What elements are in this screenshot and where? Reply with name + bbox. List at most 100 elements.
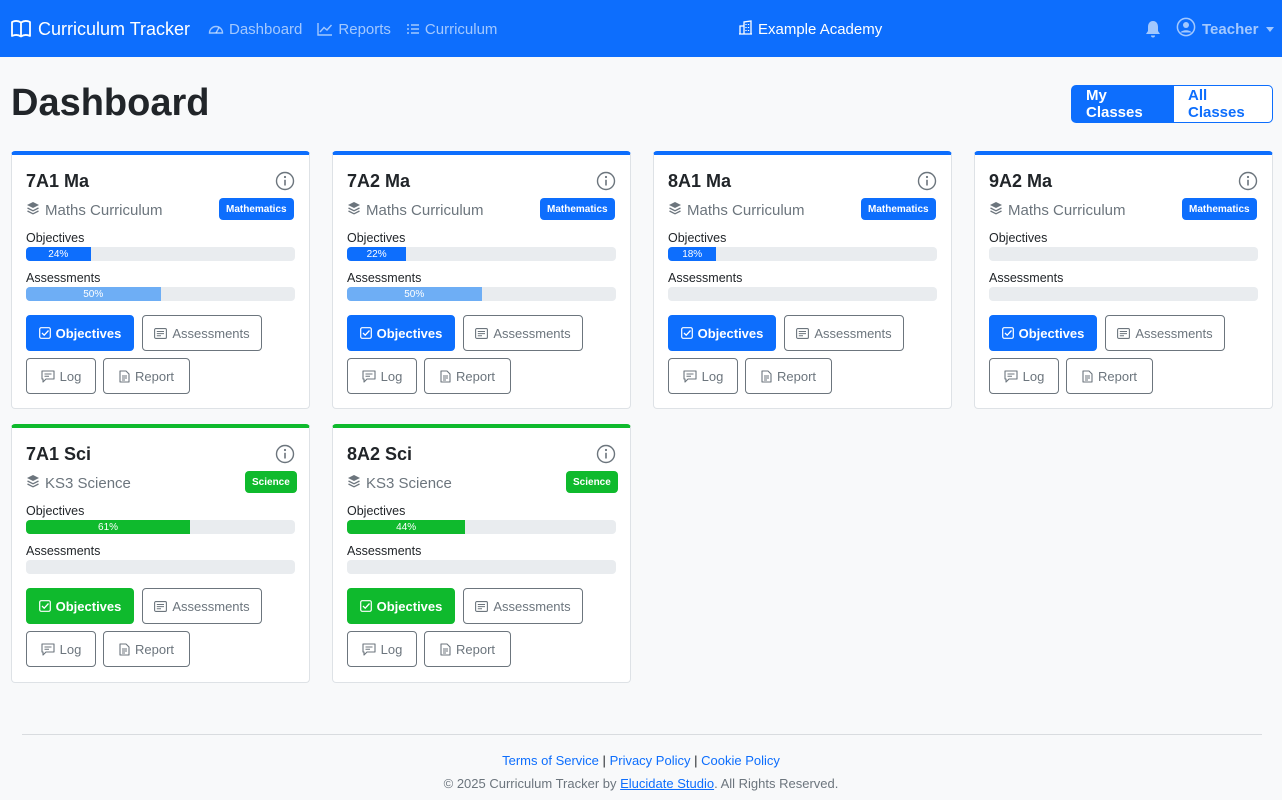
copyright-text: © 2025 Curriculum Tracker by Elucidate S…	[0, 776, 1282, 791]
curriculum-label: KS3 Science	[366, 474, 452, 492]
assessments-progress-bar	[347, 560, 616, 574]
objectives-progress-label: Objectives	[347, 504, 406, 518]
class-card-8a1-ma: 8A1 Ma Maths Curriculum Mathematics Obje…	[653, 151, 952, 409]
layers-icon	[668, 201, 682, 219]
log-button[interactable]: Log	[26, 631, 96, 667]
log-button[interactable]: Log	[668, 358, 738, 394]
assessments-button[interactable]: Assessments	[1105, 315, 1225, 351]
class-title: 7A1 Sci	[26, 444, 92, 464]
subject-badge: Mathematics	[219, 198, 294, 220]
log-button[interactable]: Log	[989, 358, 1059, 394]
log-button[interactable]: Log	[26, 358, 96, 394]
curriculum-label: Maths Curriculum	[1008, 201, 1126, 219]
assessments-progress-bar	[989, 287, 1258, 301]
report-button[interactable]: Report	[103, 358, 190, 394]
footer-links: Terms of Service | Privacy Policy | Cook…	[0, 753, 1282, 768]
nav-curriculum[interactable]: Curriculum	[406, 18, 498, 40]
nav-curriculum-label: Curriculum	[424, 20, 498, 38]
user-menu[interactable]: Teacher	[1176, 17, 1275, 40]
info-icon[interactable]	[1238, 171, 1258, 191]
info-icon[interactable]	[596, 444, 616, 464]
class-title: 8A2 Sci	[347, 444, 413, 464]
cookie-link[interactable]: Cookie Policy	[701, 753, 780, 768]
layers-icon	[26, 474, 40, 492]
info-icon[interactable]	[917, 171, 937, 191]
curriculum-name: Maths Curriculum	[26, 201, 163, 219]
objectives-button[interactable]: Objectives	[347, 588, 455, 624]
class-filter-toggle: My Classes All Classes	[1071, 85, 1273, 123]
document-icon	[119, 369, 130, 383]
book-icon	[11, 20, 31, 38]
class-card-7a2-ma: 7A2 Ma Maths Curriculum Mathematics Obje…	[332, 151, 631, 409]
chat-icon	[362, 369, 376, 383]
info-icon[interactable]	[596, 171, 616, 191]
objectives-button-label: Objectives	[376, 598, 443, 614]
class-title: 9A2 Ma	[989, 171, 1053, 191]
objectives-button[interactable]: Objectives	[347, 315, 455, 351]
copyright-prefix: © 2025 Curriculum Tracker by	[443, 776, 617, 791]
objectives-progress-label: Objectives	[989, 231, 1048, 245]
class-title: 7A1 Ma	[26, 171, 90, 191]
objectives-progress-bar	[989, 247, 1258, 261]
objectives-progress-label: Objectives	[26, 504, 85, 518]
document-icon	[1082, 369, 1093, 383]
objectives-button[interactable]: Objectives	[668, 315, 776, 351]
report-button[interactable]: Report	[424, 631, 511, 667]
assessments-progress-label: Assessments	[347, 544, 422, 558]
assessments-progress-label: Assessments	[26, 544, 101, 558]
terms-link[interactable]: Terms of Service	[502, 753, 599, 768]
nav-reports-label: Reports	[338, 20, 391, 38]
card-text-icon	[154, 327, 168, 339]
objectives-button[interactable]: Objectives	[26, 588, 134, 624]
subject-badge: Science	[566, 471, 618, 493]
privacy-link[interactable]: Privacy Policy	[610, 753, 691, 768]
curriculum-name: KS3 Science	[26, 474, 131, 492]
assessments-button[interactable]: Assessments	[142, 315, 262, 351]
assessments-button[interactable]: Assessments	[784, 315, 904, 351]
objectives-progress-fill: 22%	[347, 247, 407, 261]
my-classes-button[interactable]: My Classes	[1071, 85, 1174, 123]
objectives-button[interactable]: Objectives	[989, 315, 1097, 351]
assessments-button[interactable]: Assessments	[142, 588, 262, 624]
document-icon	[440, 642, 451, 656]
assessments-button-label: Assessments	[1135, 325, 1213, 341]
assessments-button[interactable]: Assessments	[463, 588, 583, 624]
footer-separator: |	[602, 753, 606, 768]
all-classes-button[interactable]: All Classes	[1174, 85, 1273, 123]
nav-dashboard[interactable]: Dashboard	[208, 18, 302, 40]
graph-icon	[317, 22, 333, 36]
bell-icon[interactable]	[1143, 19, 1163, 39]
curriculum-name: Maths Curriculum	[989, 201, 1126, 219]
report-button[interactable]: Report	[424, 358, 511, 394]
objectives-progress-label: Objectives	[347, 231, 406, 245]
log-button[interactable]: Log	[347, 358, 417, 394]
check-square-icon	[38, 600, 51, 612]
report-button[interactable]: Report	[103, 631, 190, 667]
info-icon[interactable]	[275, 444, 295, 464]
class-title: 7A2 Ma	[347, 171, 411, 191]
brand-link[interactable]: Curriculum Tracker	[11, 17, 190, 41]
studio-link[interactable]: Elucidate Studio	[620, 776, 714, 791]
objectives-progress-fill: 44%	[347, 520, 466, 534]
subject-badge: Science	[245, 471, 297, 493]
report-button-label: Report	[455, 368, 496, 384]
layers-icon	[347, 201, 361, 219]
objectives-progress-fill: 18%	[668, 247, 717, 261]
report-button-label: Report	[455, 641, 496, 657]
report-button-label: Report	[134, 368, 175, 384]
subject-badge: Mathematics	[861, 198, 936, 220]
class-card-8a2-sci: 8A2 Sci KS3 Science Science Objectives 4…	[332, 424, 631, 683]
assessments-button[interactable]: Assessments	[463, 315, 583, 351]
document-icon	[761, 369, 772, 383]
report-button[interactable]: Report	[745, 358, 832, 394]
log-button-label: Log	[59, 368, 82, 384]
nav-reports[interactable]: Reports	[317, 18, 391, 40]
class-title: 8A1 Ma	[668, 171, 732, 191]
info-icon[interactable]	[275, 171, 295, 191]
report-button[interactable]: Report	[1066, 358, 1153, 394]
objectives-progress-fill: 24%	[26, 247, 91, 261]
objectives-progress-bar: 44%	[347, 520, 616, 534]
objectives-button[interactable]: Objectives	[26, 315, 134, 351]
log-button[interactable]: Log	[347, 631, 417, 667]
chevron-down-icon	[1266, 26, 1275, 32]
